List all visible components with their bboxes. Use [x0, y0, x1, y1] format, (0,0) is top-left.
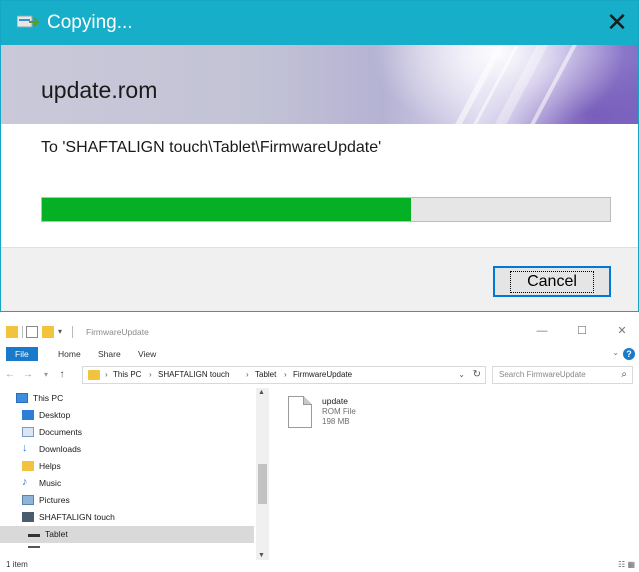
navigation-scrollbar[interactable]: ▲ ▼ [256, 388, 269, 560]
explorer-titlebar[interactable]: ▾ FirmwareUpdate — ☐ ✕ [0, 320, 639, 344]
music-icon: ♪ [22, 476, 28, 488]
tab-view[interactable]: View [132, 347, 162, 361]
folder-icon [22, 461, 34, 471]
customize-dropdown-icon[interactable]: ▾ [58, 326, 68, 338]
breadcrumb-shaftalign-touch[interactable]: SHAFTALIGN touch [158, 370, 229, 379]
navigation-bar: ← → ▾ ↑ › This PC › SHAFTALIGN touch › T… [0, 364, 639, 386]
nav-item-label: SHAFTALIGN touch [39, 512, 115, 522]
file-item[interactable]: update ROM File 198 MB [288, 394, 408, 438]
nav-item-helps[interactable]: Helps [22, 458, 258, 475]
file-size: 198 MB [322, 417, 350, 426]
expand-ribbon-icon[interactable]: ⌄ [612, 348, 619, 357]
nav-item-label: Downloads [39, 444, 82, 454]
help-icon[interactable]: ? [623, 348, 635, 360]
folder-icon [6, 326, 18, 338]
new-folder-icon[interactable] [42, 326, 54, 338]
view-toggle-icons[interactable]: ☷ ▦ [618, 560, 635, 569]
file-explorer-window: ▾ FirmwareUpdate — ☐ ✕ File Home Share V… [0, 320, 639, 572]
device-icon [22, 512, 34, 522]
copy-icon [17, 15, 39, 28]
properties-icon[interactable] [26, 326, 38, 338]
breadcrumb-separator[interactable]: › [284, 370, 287, 379]
minimize-icon[interactable]: — [528, 323, 556, 339]
search-placeholder: Search FirmwareUpdate [499, 370, 586, 379]
nav-item-documents[interactable]: Documents [22, 424, 258, 441]
breadcrumb-tablet[interactable]: Tablet [255, 370, 276, 379]
drive-icon [28, 534, 40, 537]
status-bar: 1 item ☷ ▦ [0, 560, 639, 572]
item-count: 1 item [6, 560, 28, 569]
breadcrumb-separator[interactable]: › [149, 370, 152, 379]
nav-item-label: Pictures [39, 495, 70, 505]
nav-item-label: This PC [33, 393, 64, 403]
drive-icon [28, 546, 40, 548]
up-icon[interactable]: ↑ [56, 368, 68, 382]
tab-file[interactable]: File [6, 347, 38, 361]
nav-item-downloads[interactable]: ↓ Downloads [22, 441, 258, 458]
breadcrumb-separator: › [105, 370, 108, 379]
computer-icon [16, 393, 28, 403]
refresh-icon[interactable]: ↻ [473, 369, 481, 380]
recent-locations-icon[interactable]: ▾ [40, 368, 52, 382]
scroll-up-icon[interactable]: ▲ [258, 389, 265, 396]
nav-item-tablet[interactable]: Tablet [0, 526, 254, 543]
breadcrumb-this-pc[interactable]: This PC [113, 370, 141, 379]
copy-progress-bar [41, 197, 611, 222]
documents-icon [22, 427, 34, 437]
separator [22, 326, 23, 338]
dialog-title: Copying... [47, 12, 133, 33]
file-name: update [322, 396, 348, 406]
nav-item-label: Tablet [45, 529, 68, 539]
nav-item-music[interactable]: ♪ Music [22, 475, 258, 492]
copy-filename: update.rom [41, 77, 158, 103]
separator [72, 326, 73, 338]
ribbon-tabs: File Home Share View ⌄ ? [0, 344, 639, 364]
downloads-icon: ↓ [22, 442, 28, 454]
nav-item-label: Desktop [39, 410, 71, 420]
dialog-banner: update.rom [1, 45, 638, 124]
nav-item-label: Documents [39, 427, 82, 437]
nav-item-shaftalign-touch[interactable]: SHAFTALIGN touch [22, 509, 258, 526]
address-dropdown-icon[interactable]: ⌄ [458, 370, 465, 379]
nav-item-desktop[interactable]: Desktop [22, 407, 258, 424]
close-icon[interactable]: ✕ [608, 323, 636, 339]
search-box[interactable]: Search FirmwareUpdate ⌕ [492, 366, 633, 384]
breadcrumb-separator[interactable]: › [246, 370, 249, 379]
pictures-icon [22, 495, 34, 505]
back-icon[interactable]: ← [4, 368, 16, 382]
desktop-icon [22, 410, 34, 420]
folder-icon [88, 370, 100, 380]
nav-item-partial [28, 545, 264, 553]
file-icon [288, 396, 312, 428]
navigation-pane: This PC Desktop Documents ↓ Downloads He… [0, 388, 270, 560]
nav-item-label: Music [39, 478, 62, 488]
search-icon[interactable]: ⌕ [621, 369, 627, 380]
scroll-down-icon[interactable]: ▼ [258, 552, 265, 559]
banner-streak [438, 45, 510, 124]
nav-item-this-pc[interactable]: This PC [16, 390, 252, 407]
cancel-button-label: Cancel [510, 270, 594, 293]
explorer-title: FirmwareUpdate [86, 327, 149, 337]
dialog-titlebar[interactable]: Copying... ✕ [1, 1, 638, 45]
address-bar[interactable]: › This PC › SHAFTALIGN touch › Tablet › … [82, 366, 486, 384]
nav-item-pictures[interactable]: Pictures [22, 492, 258, 509]
nav-item-label: Helps [39, 461, 61, 471]
cancel-button[interactable]: Cancel [493, 266, 611, 297]
forward-icon[interactable]: → [22, 368, 34, 382]
tab-share[interactable]: Share [92, 347, 127, 361]
breadcrumb-firmwareupdate[interactable]: FirmwareUpdate [293, 370, 352, 379]
dialog-footer: Cancel [1, 247, 638, 311]
scrollbar-thumb[interactable] [258, 464, 267, 504]
copy-dialog: Copying... ✕ update.rom To 'SHAFTALIGN t… [0, 0, 639, 312]
tab-home[interactable]: Home [52, 347, 87, 361]
file-list: update ROM File 198 MB [270, 388, 639, 560]
maximize-icon[interactable]: ☐ [568, 323, 596, 339]
progress-fill [42, 198, 412, 221]
close-icon[interactable]: ✕ [602, 7, 632, 37]
file-type: ROM File [322, 407, 356, 416]
copy-destination: To 'SHAFTALIGN touch\Tablet\FirmwareUpda… [41, 139, 382, 156]
